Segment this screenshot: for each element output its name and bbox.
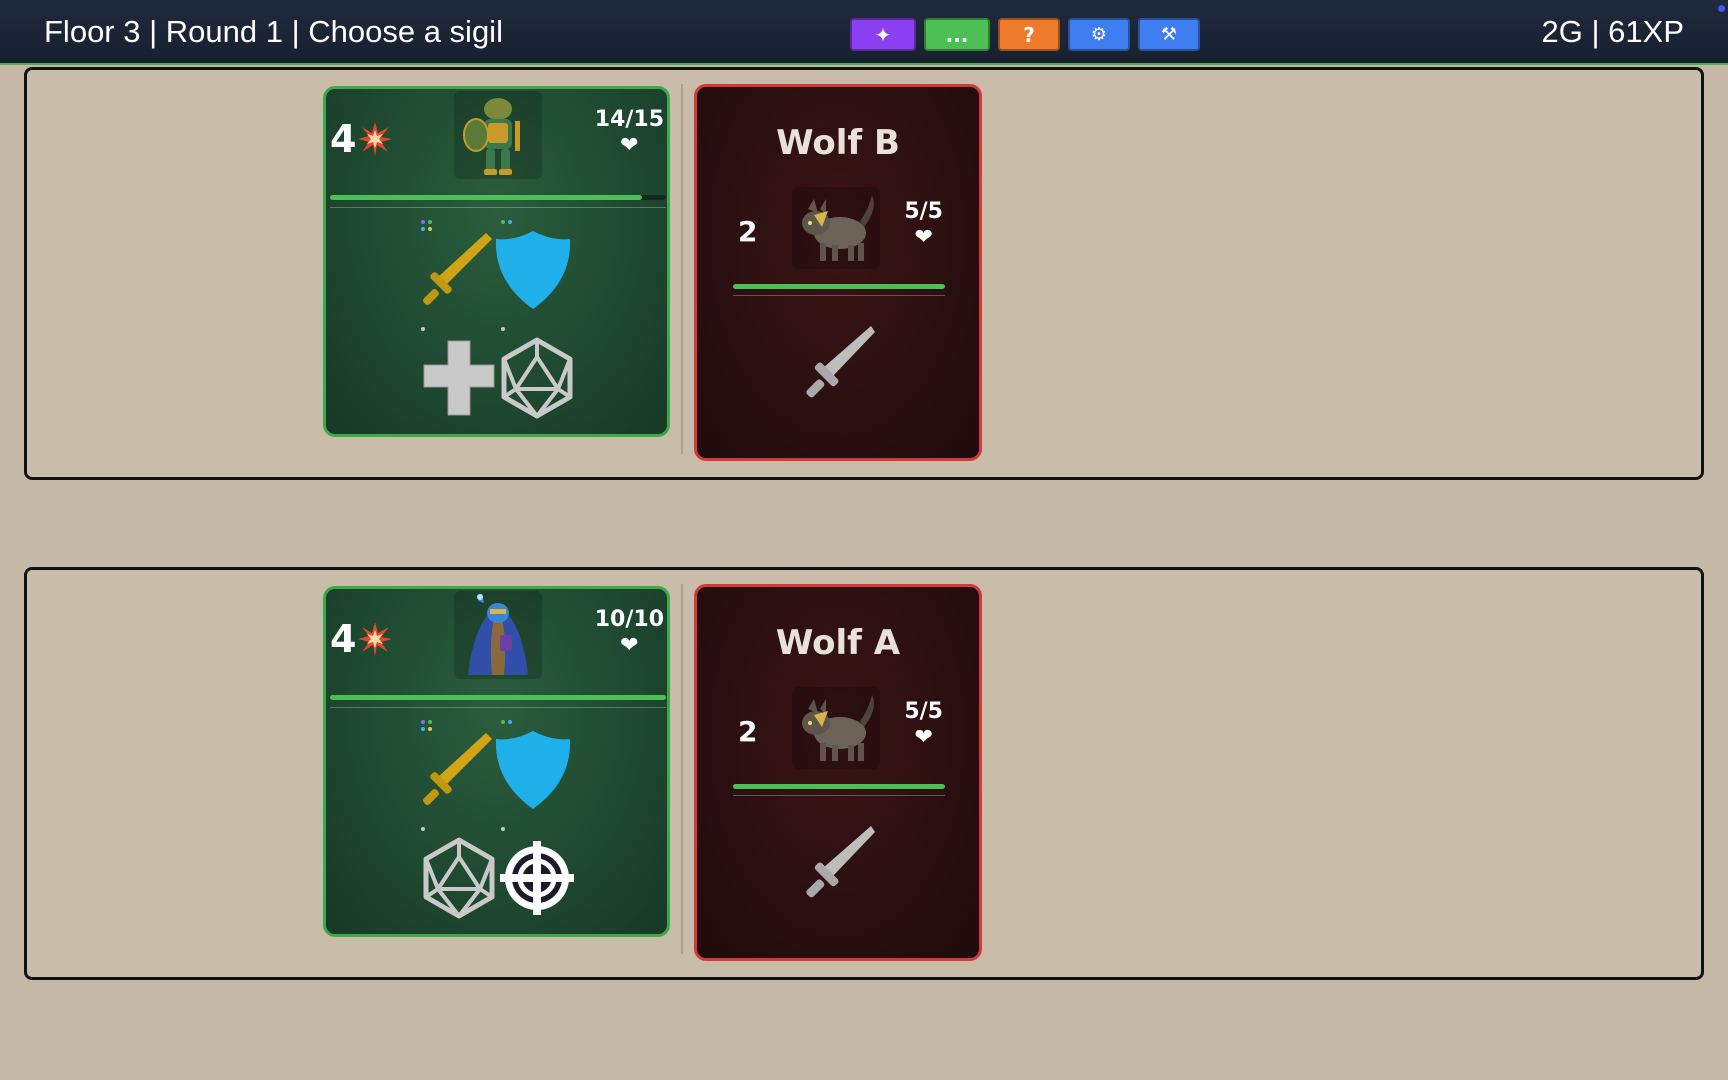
card-separator (733, 295, 945, 296)
hero-portrait-mage (454, 591, 542, 679)
enemy-intent-sword (801, 822, 877, 902)
action-slot-sword[interactable] (416, 729, 494, 811)
card-separator (733, 795, 945, 796)
hero-card-frog-knight[interactable]: 4 14/15 ❤ (323, 86, 670, 437)
enemy-hp-bar (733, 284, 945, 289)
shield-icon (495, 231, 571, 309)
enemy-hp-bar (733, 784, 945, 789)
more-button[interactable]: ... (924, 18, 990, 51)
crosshair-icon (500, 841, 574, 915)
sword-icon (423, 233, 492, 305)
gear-icon: ⚙ (1090, 24, 1108, 45)
hero-hp-bar-fill (330, 195, 643, 200)
tools-button[interactable]: ⚒ (1138, 18, 1200, 51)
hero-attack: 4 (330, 117, 393, 161)
card-separator (330, 207, 666, 208)
pip-indicator (421, 827, 435, 831)
top-bar: Floor 3 | Round 1 | Choose a sigil ✦ ...… (0, 0, 1728, 65)
hero-attack: 4 (330, 617, 393, 661)
action-slot-sword[interactable] (416, 229, 494, 311)
action-slot-die[interactable] (420, 837, 498, 919)
enemy-card-wolf-a[interactable]: Wolf A 2 5/5 ❤ (694, 584, 982, 961)
hero-hp-value: 14/15 (594, 107, 664, 132)
enemy-hp: 5/5 ❤ (904, 199, 943, 252)
shield-icon (495, 731, 571, 809)
card-separator (330, 707, 666, 708)
help-button[interactable]: ? (998, 18, 1060, 51)
enemy-intent-sword (801, 322, 877, 402)
heart-icon: ❤ (914, 725, 933, 751)
tools-icon: ⚒ (1160, 24, 1178, 45)
hero-hp: 14/15 ❤ (595, 107, 664, 160)
action-slot-die[interactable] (498, 337, 576, 419)
enemy-name: Wolf B (776, 123, 900, 163)
hero-portrait-frog-knight (454, 91, 542, 179)
wolf-icon (802, 195, 874, 261)
help-icon: ? (1023, 22, 1035, 47)
enemy-hp-value: 5/5 (904, 199, 943, 224)
battle-lane-2: 4 10/10 ❤ Wolf A 2 5/5 ❤ (24, 567, 1704, 980)
wolf-icon (802, 695, 874, 761)
hero-card-mage[interactable]: 4 10/10 ❤ (323, 586, 670, 937)
enemy-name: Wolf A (775, 623, 901, 663)
pip-indicator (501, 327, 515, 331)
action-slot-shield[interactable] (494, 729, 572, 811)
enemy-hp-value: 5/5 (904, 699, 943, 724)
damage-burst-icon (358, 622, 393, 656)
sword-icon (423, 733, 492, 805)
hero-hp-bar-fill (330, 695, 666, 700)
hero-hp-bar (330, 695, 666, 700)
resources-display: 2G | 61XP (1541, 14, 1684, 49)
pip-indicator (501, 220, 515, 224)
heal-cross-icon (423, 340, 495, 416)
hero-attack-value: 4 (330, 617, 357, 661)
damage-burst-icon (358, 122, 393, 156)
d20-die-icon (423, 837, 495, 919)
pip-indicator (421, 327, 435, 331)
sparkle-button[interactable]: ✦ (850, 18, 916, 51)
action-slot-heal[interactable] (420, 337, 498, 419)
enemy-hp: 5/5 ❤ (904, 699, 943, 752)
enemy-portrait-wolf (792, 187, 880, 269)
pip-indicator (501, 720, 515, 724)
toolbar: ✦ ... ? ⚙ ⚒ (850, 18, 1200, 51)
hero-hp-bar (330, 195, 666, 200)
enemy-portrait-wolf (792, 687, 880, 769)
hero-hp-value: 10/10 (594, 607, 664, 632)
heart-icon: ❤ (914, 225, 933, 251)
game-status: Floor 3 | Round 1 | Choose a sigil (44, 14, 503, 49)
enemy-attack: 2 (738, 215, 758, 248)
action-slot-crosshair[interactable] (498, 837, 576, 919)
notification-dot (1718, 5, 1725, 12)
enemy-attack: 2 (738, 715, 758, 748)
more-icon: ... (945, 22, 969, 47)
enemy-card-wolf-b[interactable]: Wolf B 2 5/5 ❤ (694, 84, 982, 461)
heart-icon: ❤ (620, 633, 639, 659)
pip-indicator (501, 827, 515, 831)
heart-icon: ❤ (620, 133, 639, 159)
lane-divider (681, 584, 683, 954)
battle-lane-1: 4 14/15 ❤ Wolf B 2 5/5 ❤ (24, 67, 1704, 480)
sword-icon (806, 826, 875, 898)
sword-icon (806, 326, 875, 398)
d20-die-icon (501, 337, 573, 419)
frog-knight-icon (463, 98, 520, 175)
lane-divider (681, 84, 683, 454)
settings-button[interactable]: ⚙ (1068, 18, 1130, 51)
mage-icon (468, 593, 528, 675)
hero-attack-value: 4 (330, 117, 357, 161)
hero-hp: 10/10 ❤ (595, 607, 664, 660)
action-slot-shield[interactable] (494, 229, 572, 311)
sparkle-icon: ✦ (874, 22, 892, 47)
